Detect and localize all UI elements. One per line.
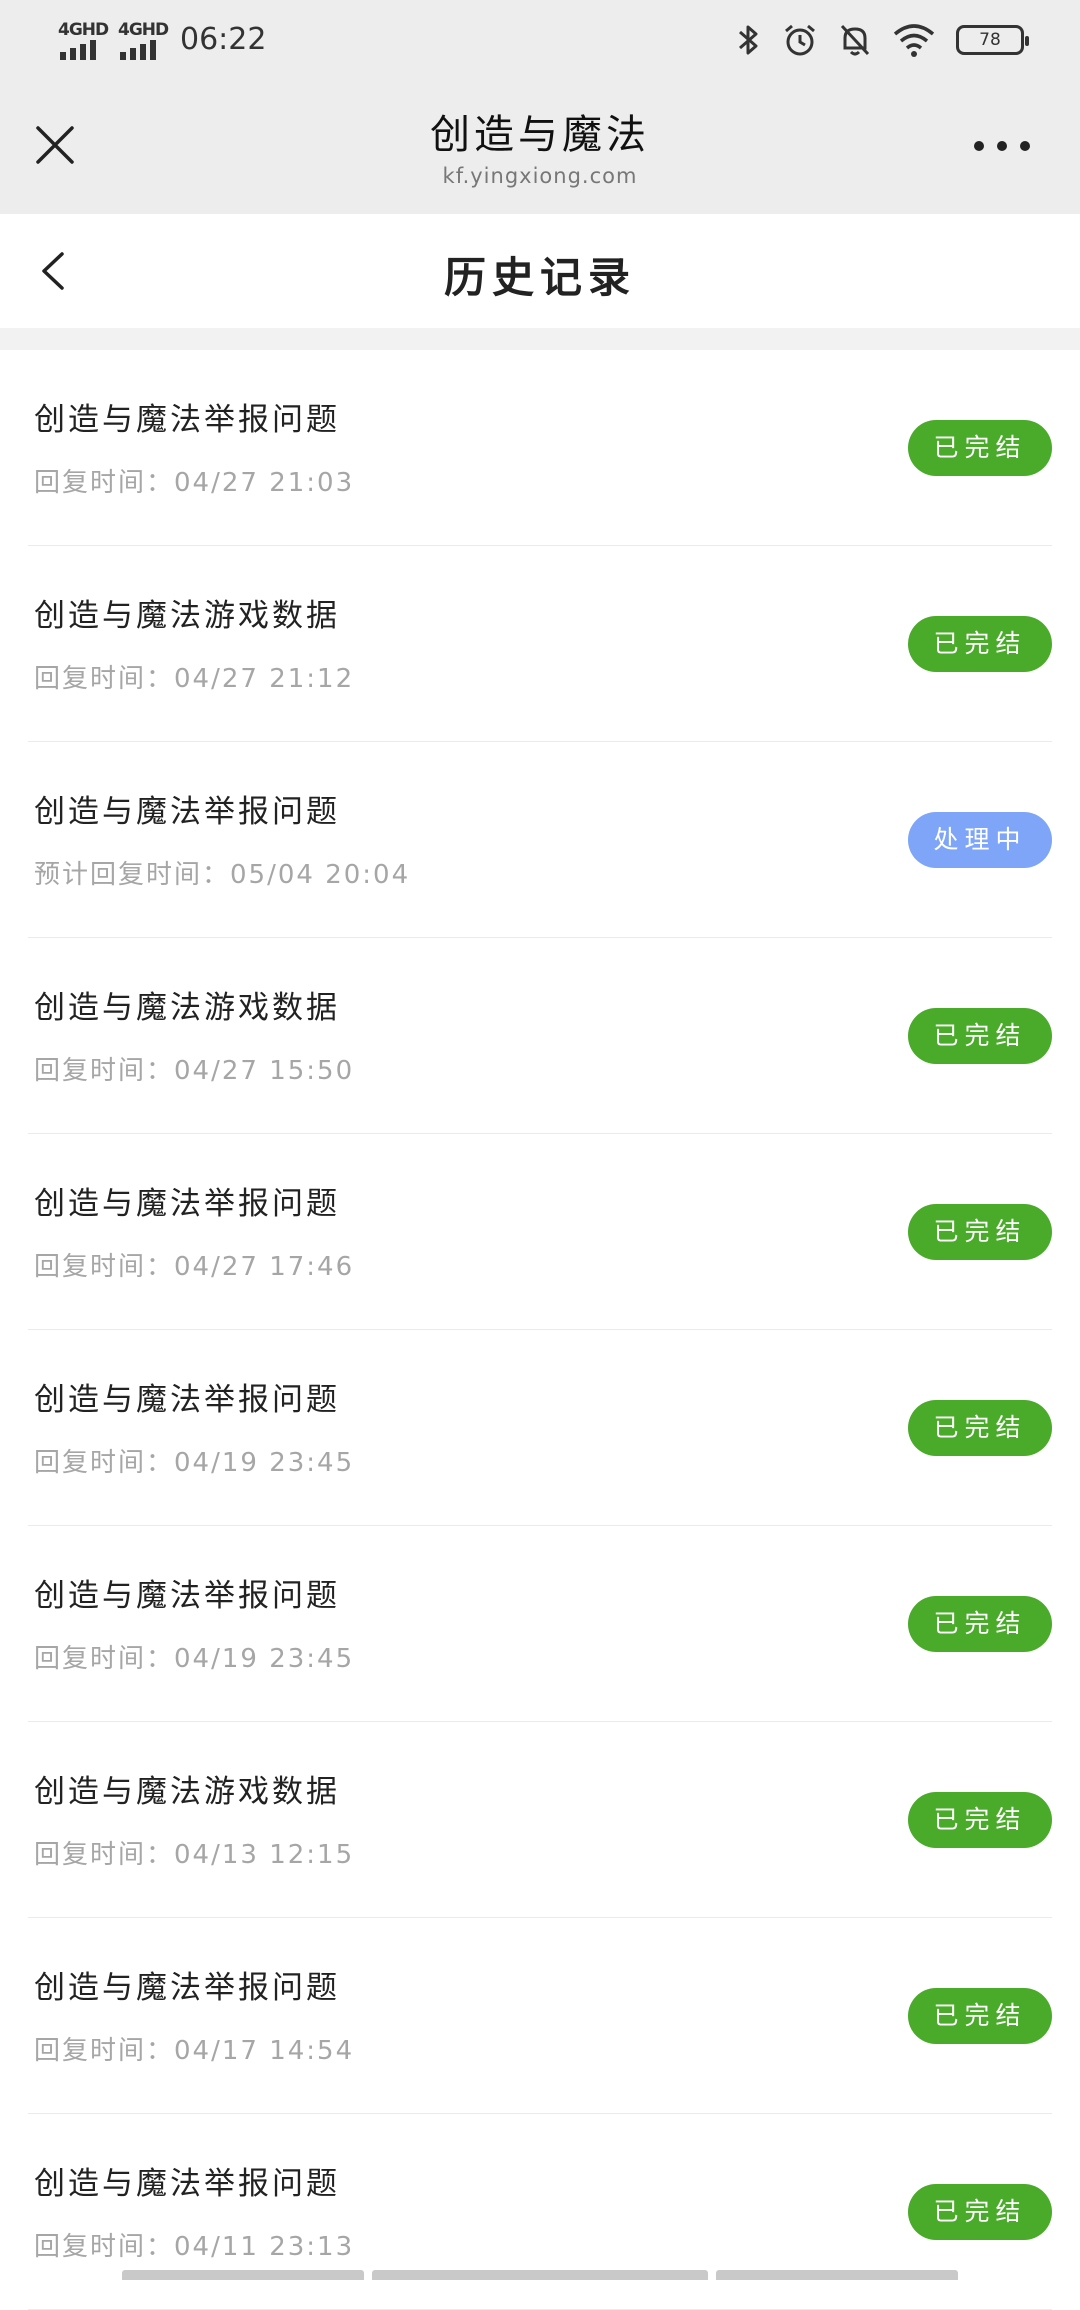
record-reply-time: 预计回复时间：05/04 20:04: [34, 860, 411, 890]
record-title: 创造与魔法举报问题: [34, 2166, 340, 2202]
nav-bar-segment: [122, 2270, 364, 2280]
status-badge: 已完结: [908, 1400, 1052, 1456]
status-badge: 已完结: [908, 420, 1052, 476]
list-item[interactable]: 创造与魔法游戏数据回复时间：04/27 21:12 已完结: [28, 546, 1052, 742]
record-title: 创造与魔法举报问题: [34, 794, 340, 830]
wifi-icon: [893, 24, 935, 57]
page-header: 历史记录: [0, 214, 1080, 328]
status-badge: 已完结: [908, 2184, 1052, 2240]
list-item[interactable]: 创造与魔法举报问题回复时间：04/27 17:46 已完结: [28, 1134, 1052, 1330]
list-item[interactable]: 创造与魔法举报问题回复时间：04/27 21:03 已完结: [28, 350, 1052, 546]
alarm-icon: [785, 24, 815, 56]
record-reply-time: 回复时间：04/13 12:15: [34, 1840, 355, 1870]
record-title: 创造与魔法举报问题: [34, 1970, 340, 2006]
network-type-2: 4GHD: [118, 20, 169, 40]
signal-icon: 4GHD: [118, 20, 169, 60]
list-item[interactable]: 创造与魔法举报问题预计回复时间：05/04 20:04 处理中: [28, 742, 1052, 938]
more-options-icon[interactable]: [974, 136, 1030, 156]
page-title: 历史记录: [443, 253, 636, 302]
list-item[interactable]: 创造与魔法举报问题回复时间：04/19 23:45 已完结: [28, 1330, 1052, 1526]
record-title: 创造与魔法举报问题: [34, 1578, 340, 1614]
status-right: 78: [736, 20, 1029, 60]
list-item[interactable]: 创造与魔法游戏数据回复时间：04/13 12:15 已完结: [28, 1722, 1052, 1918]
network-type-1: 4GHD: [58, 20, 109, 40]
status-badge: 已完结: [908, 1204, 1052, 1260]
status-time: 06:22: [180, 22, 267, 57]
status-badge: 已完结: [908, 616, 1052, 672]
record-reply-time: 回复时间：04/27 21:03: [34, 468, 355, 498]
record-title: 创造与魔法游戏数据: [34, 1774, 340, 1810]
signal-icon: 4GHD: [58, 20, 109, 60]
list-item[interactable]: 创造与魔法举报问题回复时间：04/17 14:54 已完结: [28, 1918, 1052, 2114]
webview-url: kf.yingxiong.com: [442, 164, 638, 188]
nav-bar-segment: [372, 2270, 708, 2280]
history-list: 创造与魔法举报问题 回复时间：04/27 21:03 已完结 创造与魔法游戏数据 回复时…: [0, 350, 1080, 2310]
nav-bar-segment: [716, 2270, 958, 2280]
record-title: 创造与魔法举报问题: [34, 1186, 340, 1222]
record-reply-time: 回复时间：04/19 23:45: [34, 1644, 355, 1674]
list-item[interactable]: 创造与魔法举报问题回复时间：04/11 23:13 已完结: [28, 2114, 1052, 2310]
status-badge: 已完结: [908, 1596, 1052, 1652]
bluetooth-icon: [739, 25, 758, 55]
record-reply-time: 回复时间：04/11 23:13: [34, 2232, 355, 2262]
list-item[interactable]: 创造与魔法游戏数据回复时间：04/27 15:50 已完结: [28, 938, 1052, 1134]
record-title: 创造与魔法游戏数据: [34, 990, 340, 1026]
list-item[interactable]: 创造与魔法举报问题回复时间：04/19 23:45 已完结: [28, 1526, 1052, 1722]
top-bar: 4GHD 4GHD 06:22 78 创造与魔法 kf.yingxiong.co…: [0, 0, 1080, 214]
battery-icon: 78: [956, 25, 1029, 55]
status-bar: 4GHD 4GHD 06:22 78: [0, 0, 1080, 80]
section-divider: [0, 328, 1080, 350]
status-left: 4GHD 4GHD 06:22: [58, 16, 266, 60]
status-badge: 已完结: [908, 1008, 1052, 1064]
record-title: 创造与魔法举报问题: [34, 1382, 340, 1418]
record-reply-time: 回复时间：04/19 23:45: [34, 1448, 355, 1478]
webview-title: 创造与魔法: [430, 112, 650, 158]
record-reply-time: 回复时间：04/27 15:50: [34, 1056, 355, 1086]
status-badge: 已完结: [908, 1988, 1052, 2044]
record-reply-time: 回复时间：04/27 17:46: [34, 1252, 355, 1282]
mute-bell-icon: [840, 24, 870, 56]
record-title: 创造与魔法游戏数据: [34, 598, 340, 634]
record-reply-time: 回复时间：04/17 14:54: [34, 2036, 355, 2066]
webview-header: 创造与魔法 kf.yingxiong.com: [0, 80, 1080, 214]
record-title: 创造与魔法举报问题: [34, 402, 340, 438]
battery-level: 78: [979, 30, 1001, 50]
status-badge: 处理中: [908, 812, 1052, 868]
status-badge: 已完结: [908, 1792, 1052, 1848]
record-reply-time: 回复时间：04/27 21:12: [34, 664, 355, 694]
